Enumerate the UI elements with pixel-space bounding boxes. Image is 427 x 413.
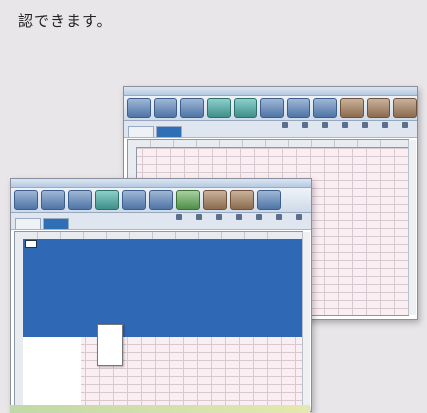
toolbar-icon <box>302 122 308 128</box>
front-app-window <box>10 178 312 412</box>
context-menu <box>97 324 123 366</box>
column-header[interactable] <box>15 232 38 239</box>
column-header[interactable] <box>289 140 312 147</box>
ribbon-button-7[interactable] <box>286 98 311 118</box>
ribbon-button-8[interactable] <box>203 190 227 210</box>
tab-1[interactable] <box>15 218 41 229</box>
toolbar-icon <box>176 214 182 220</box>
toolbar-button[interactable] <box>251 214 267 227</box>
back-toolbar <box>277 122 413 135</box>
column-header[interactable] <box>176 232 199 239</box>
column-header[interactable] <box>107 232 130 239</box>
table-row[interactable] <box>136 164 276 172</box>
column-header[interactable] <box>38 232 61 239</box>
ribbon-button-6[interactable] <box>149 190 173 210</box>
tab-2[interactable] <box>156 126 182 137</box>
toolbar-icon <box>402 122 408 128</box>
column-header[interactable] <box>130 232 153 239</box>
toolbar-icon <box>282 122 288 128</box>
back-ribbon <box>124 96 417 121</box>
toolbar-icon <box>362 122 368 128</box>
grid-data-rows <box>136 148 276 172</box>
ribbon-button-4[interactable] <box>95 190 119 210</box>
ribbon-button-9[interactable] <box>340 98 364 118</box>
ribbon-button-6[interactable] <box>260 98 284 118</box>
column-header[interactable] <box>243 140 266 147</box>
column-header[interactable] <box>266 140 289 147</box>
column-header[interactable] <box>199 232 222 239</box>
toolbar-icon <box>216 214 222 220</box>
vertical-scrollbar[interactable] <box>408 140 416 315</box>
caption-text: 認できます。 <box>18 12 113 30</box>
column-header[interactable] <box>220 140 243 147</box>
ribbon-button-5[interactable] <box>122 190 146 210</box>
front-data-grid[interactable] <box>14 231 310 408</box>
front-ribbon <box>11 188 311 213</box>
column-header[interactable] <box>197 140 220 147</box>
ribbon-button-2[interactable] <box>41 190 65 210</box>
column-header[interactable] <box>128 140 151 147</box>
column-header[interactable] <box>222 232 245 239</box>
column-header[interactable] <box>358 140 381 147</box>
ribbon-button-1[interactable] <box>127 98 151 118</box>
ribbon-button-1[interactable] <box>14 190 38 210</box>
front-tab-row <box>11 213 311 230</box>
ribbon-button-10[interactable] <box>366 98 391 118</box>
back-titlebar <box>124 87 417 96</box>
ribbon-button-8[interactable] <box>313 98 338 118</box>
back-tab-row <box>124 121 417 138</box>
vertical-scrollbar[interactable] <box>302 232 310 407</box>
toolbar-button[interactable] <box>211 214 227 227</box>
ribbon-button-10[interactable] <box>257 190 281 210</box>
ribbon-button-3[interactable] <box>68 190 92 210</box>
toolbar-icon <box>296 214 302 220</box>
ribbon-button-7[interactable] <box>176 190 200 210</box>
ribbon-button-11[interactable] <box>393 98 417 118</box>
toolbar-button[interactable] <box>377 122 393 135</box>
ribbon-button-3[interactable] <box>180 98 204 118</box>
grid-header-row <box>128 140 408 148</box>
toolbar-icon <box>382 122 388 128</box>
column-header[interactable] <box>84 232 107 239</box>
context-menu-item[interactable] <box>98 355 122 360</box>
toolbar-icon <box>342 122 348 128</box>
tab-1[interactable] <box>128 126 154 137</box>
toolbar-icon <box>276 214 282 220</box>
toolbar-icon <box>256 214 262 220</box>
column-header[interactable] <box>245 232 268 239</box>
toolbar-button[interactable] <box>291 214 307 227</box>
front-titlebar <box>11 179 311 188</box>
tab-2[interactable] <box>43 218 69 229</box>
column-header[interactable] <box>335 140 358 147</box>
toolbar-button[interactable] <box>297 122 313 135</box>
toolbar-icon <box>322 122 328 128</box>
toolbar-button[interactable] <box>277 122 293 135</box>
front-toolbar <box>171 214 307 227</box>
unselected-column <box>23 337 81 407</box>
toolbar-button[interactable] <box>317 122 333 135</box>
table-row[interactable] <box>136 156 276 164</box>
taskbar-strip <box>10 405 310 413</box>
ribbon-button-2[interactable] <box>153 98 178 118</box>
column-header[interactable] <box>312 140 335 147</box>
toolbar-icon <box>236 214 242 220</box>
table-row[interactable] <box>136 148 276 156</box>
toolbar-button[interactable] <box>231 214 247 227</box>
active-cell[interactable] <box>25 240 37 248</box>
toolbar-button[interactable] <box>357 122 373 135</box>
column-header[interactable] <box>151 140 174 147</box>
column-header[interactable] <box>153 232 176 239</box>
column-header[interactable] <box>174 140 197 147</box>
toolbar-icon <box>196 214 202 220</box>
toolbar-button[interactable] <box>191 214 207 227</box>
toolbar-button[interactable] <box>337 122 353 135</box>
toolbar-button[interactable] <box>171 214 187 227</box>
selected-range[interactable] <box>23 239 302 337</box>
column-header[interactable] <box>61 232 84 239</box>
ribbon-button-4[interactable] <box>206 98 231 118</box>
toolbar-button[interactable] <box>271 214 287 227</box>
toolbar-button[interactable] <box>397 122 413 135</box>
ribbon-button-5[interactable] <box>233 98 258 118</box>
ribbon-button-9[interactable] <box>230 190 254 210</box>
